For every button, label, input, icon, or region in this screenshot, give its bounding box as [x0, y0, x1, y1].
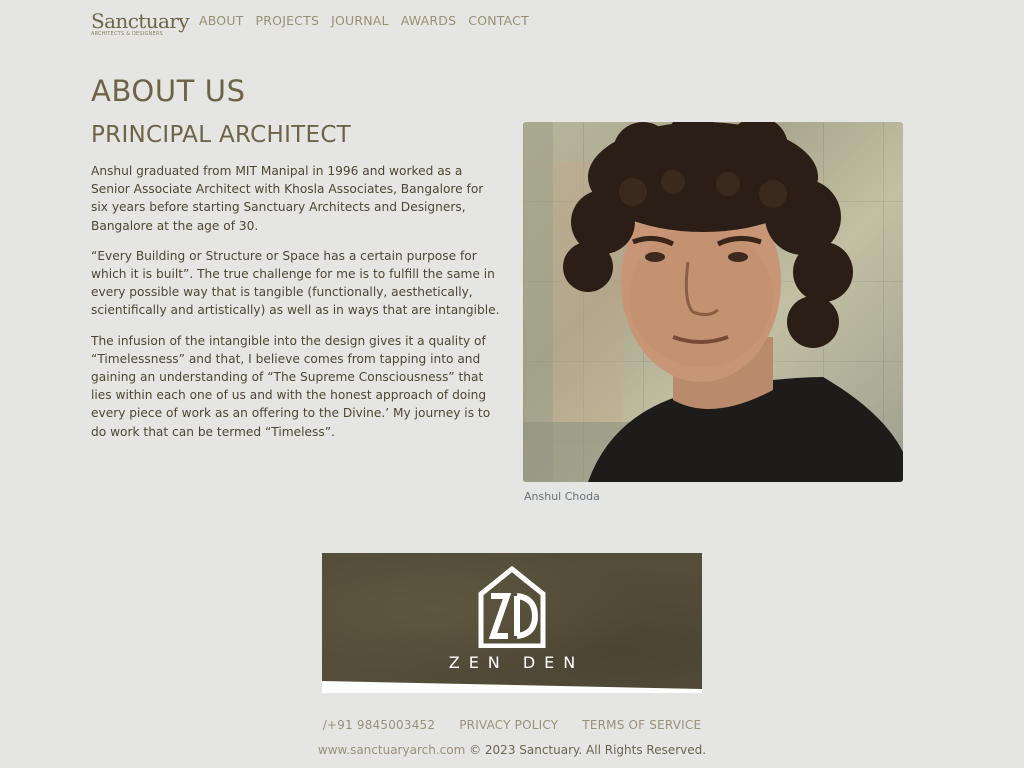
footer-privacy-link[interactable]: PRIVACY POLICY [459, 718, 558, 732]
footer-website-link[interactable]: www.sanctuaryarch.com [318, 743, 465, 757]
nav-awards[interactable]: AWARDS [401, 13, 457, 28]
nav-about[interactable]: ABOUT [199, 13, 244, 28]
banner-torn-edge [322, 681, 702, 693]
bio-paragraph: The infusion of the intangible into the … [91, 333, 491, 439]
portrait-caption: Anshul Choda [524, 490, 600, 503]
bio-paragraph: “Every Building or Structure or Space ha… [91, 248, 500, 318]
page-title: ABOUT US [91, 74, 246, 108]
footer-copyright: www.sanctuaryarch.com © 2023 Sanctuary. … [0, 743, 1024, 757]
banner-title: ZEN DEN [448, 653, 585, 672]
portrait-illustration [523, 122, 903, 482]
footer-phone[interactable]: /+91 9845003452 [323, 718, 436, 732]
nav-journal[interactable]: JOURNAL [331, 13, 389, 28]
zen-den-banner[interactable]: ZEN DEN [322, 553, 702, 693]
nav-projects[interactable]: PROJECTS [256, 13, 320, 28]
nav-contact[interactable]: CONTACT [468, 13, 529, 28]
logo-wordmark: Sanctuary [91, 9, 190, 33]
copyright-text: © 2023 Sanctuary. All Rights Reserved. [469, 743, 707, 757]
portrait-photo [523, 122, 903, 482]
bio-paragraph: Anshul graduated from MIT Manipal in 199… [91, 164, 484, 233]
zen-den-house-icon [478, 566, 546, 648]
brand-logo[interactable]: Sanctuary ARCHITECTS & DESIGNERS [91, 9, 190, 37]
section-title: PRINCIPAL ARCHITECT [91, 122, 352, 148]
bio-text: Anshul graduated from MIT Manipal in 199… [91, 162, 503, 453]
footer-terms-link[interactable]: TERMS OF SERVICE [582, 718, 701, 732]
footer-links: /+91 9845003452 PRIVACY POLICY TERMS OF … [0, 718, 1024, 732]
main-nav: ABOUT PROJECTS JOURNAL AWARDS CONTACT [199, 13, 529, 28]
